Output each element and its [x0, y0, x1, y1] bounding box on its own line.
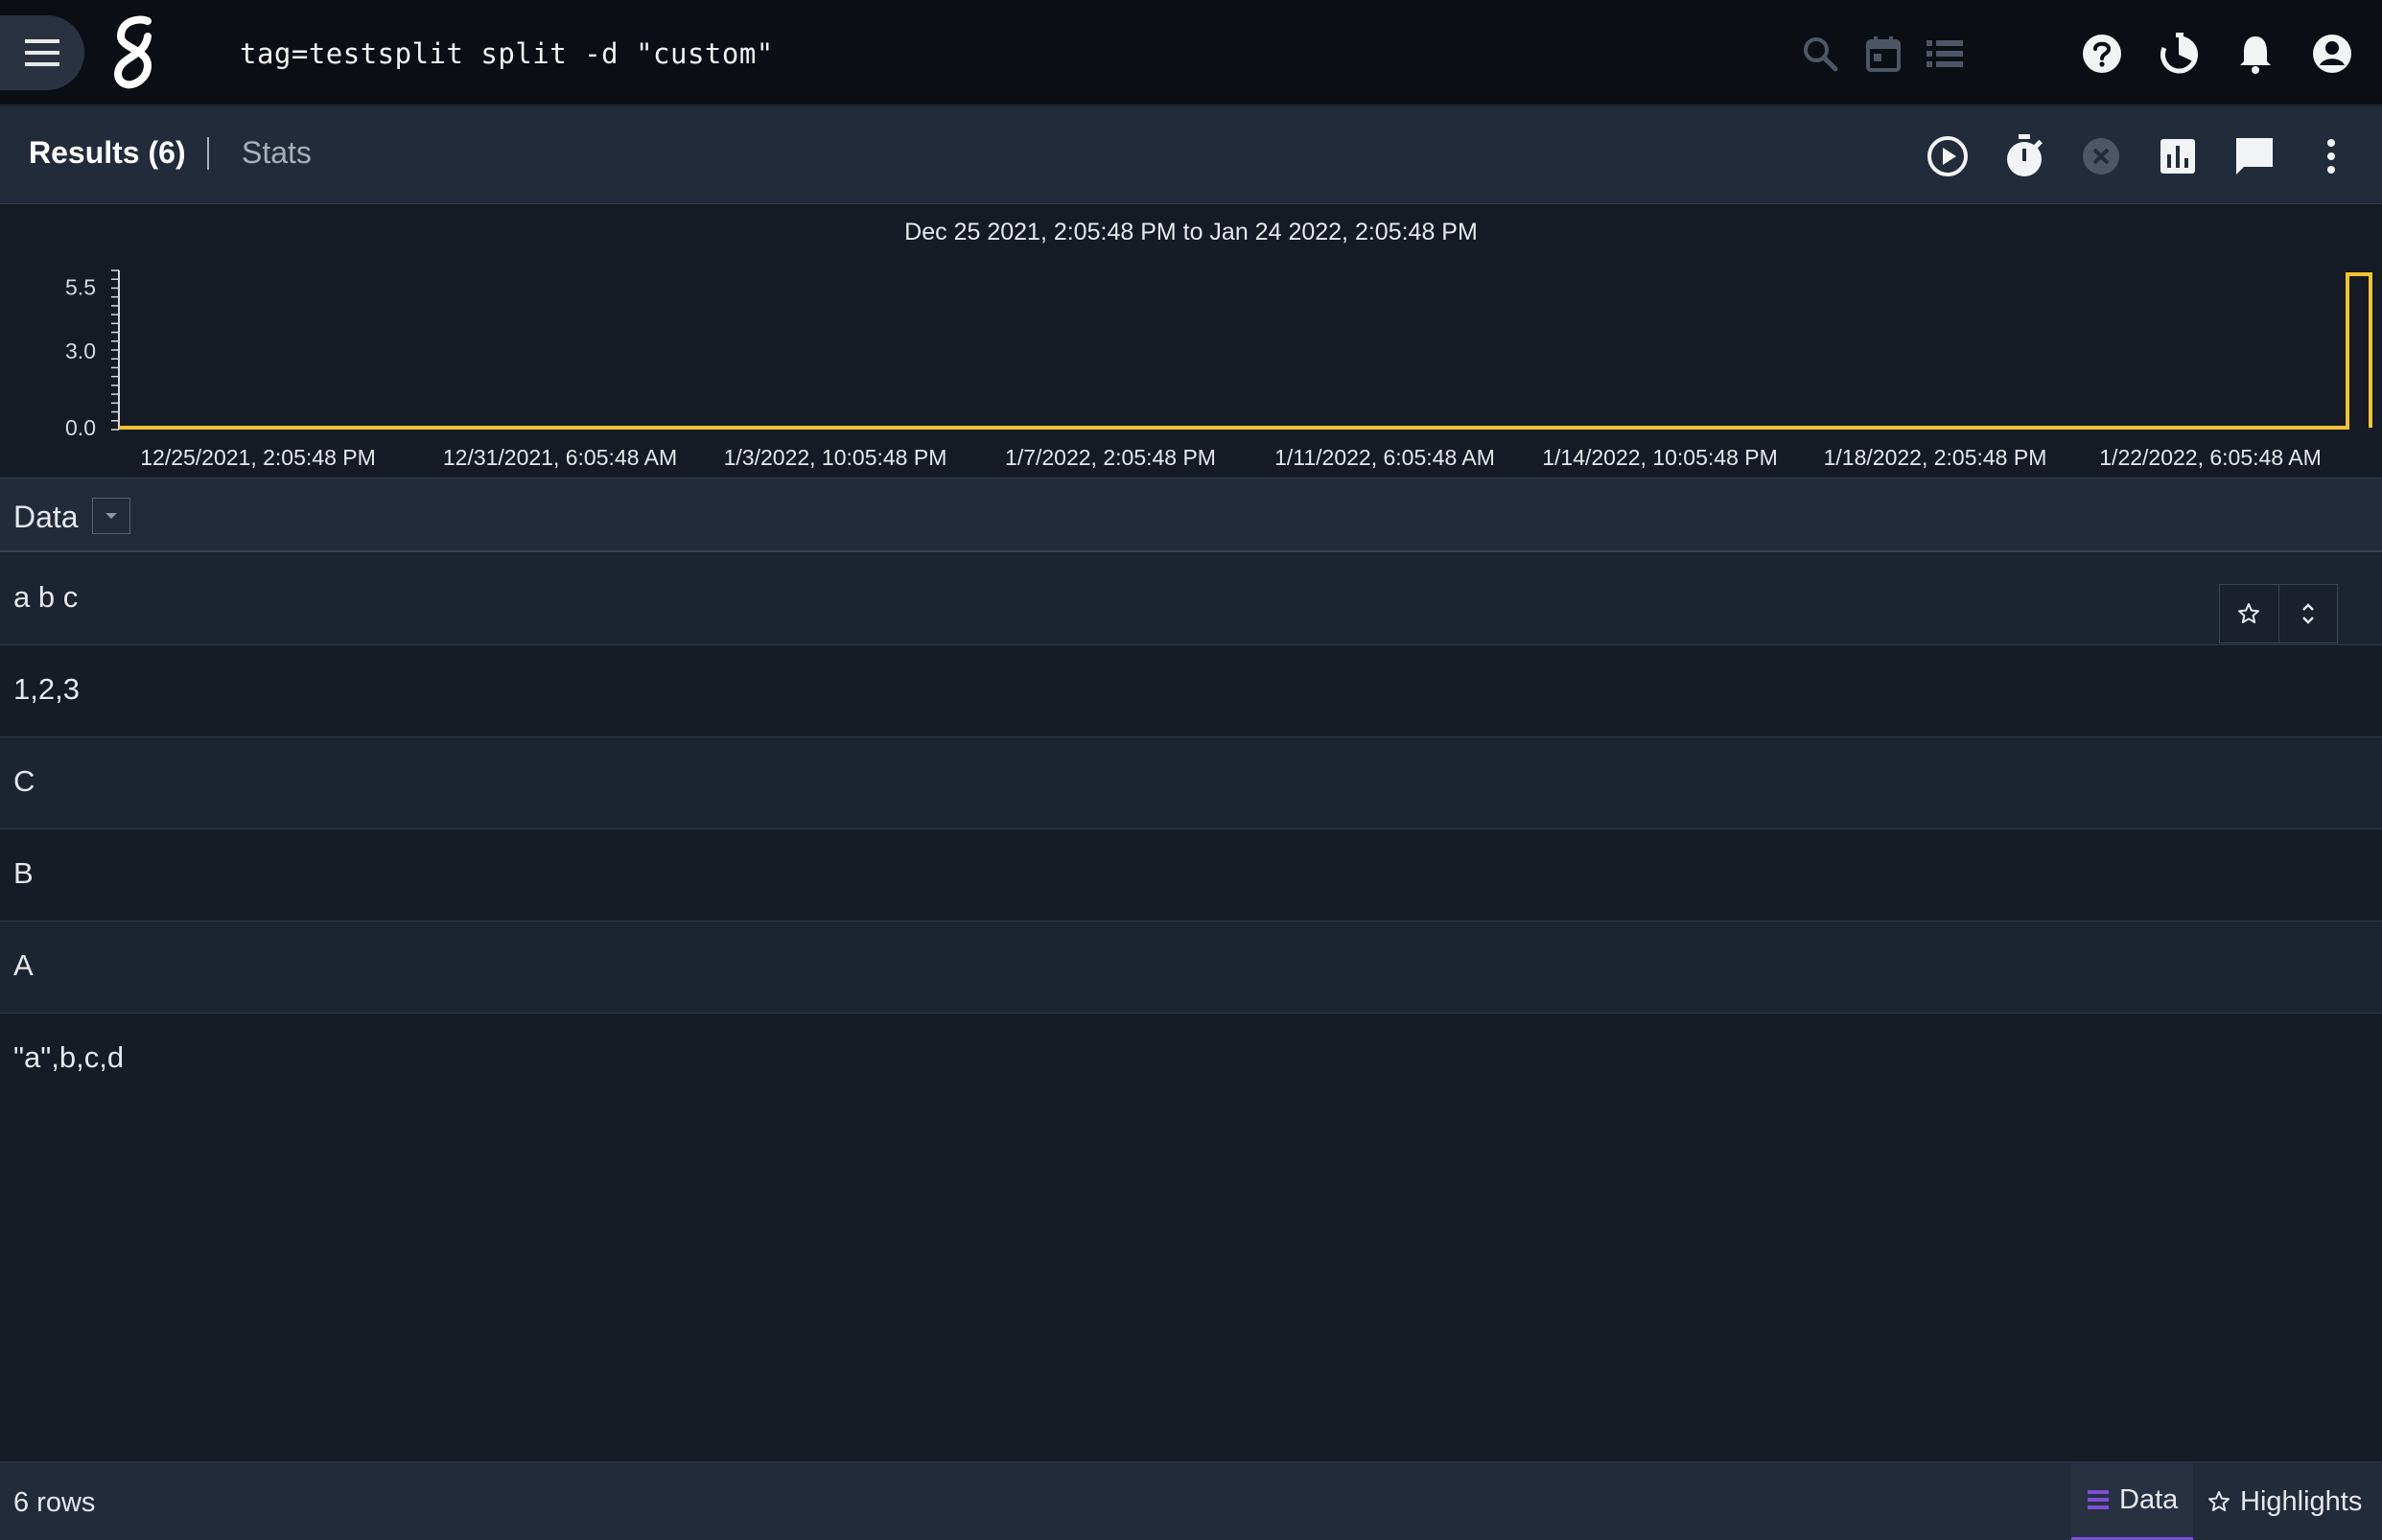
table-cell: C [13, 764, 35, 798]
table-cell: a b c [13, 580, 79, 614]
history-icon [2160, 33, 2198, 74]
timer-button[interactable] [1997, 129, 2051, 183]
x-tick-label: 1/14/2022, 10:05:48 PM [1542, 445, 1778, 470]
calendar-icon [1866, 36, 1901, 72]
play-icon [1927, 136, 1968, 176]
table-row[interactable]: B [0, 829, 2382, 922]
table-header: Data [0, 478, 2382, 552]
notifications-button[interactable] [2229, 27, 2282, 81]
y-tick-label: 3.0 [65, 338, 96, 363]
cancel-button[interactable] [2074, 129, 2128, 183]
tab-stats[interactable]: Stats [242, 135, 312, 171]
x-tick-label: 1/22/2022, 6:05:48 AM [2099, 445, 2321, 470]
comment-icon [2236, 138, 2273, 175]
tab-divider [207, 137, 209, 170]
cancel-icon [2083, 138, 2119, 175]
x-tick-label: 1/7/2022, 2:05:48 PM [1005, 445, 1216, 470]
x-tick-label: 1/11/2022, 6:05:48 AM [1274, 445, 1495, 470]
tab-highlights-label: Highlights [2240, 1485, 2363, 1517]
x-tick-label: 1/3/2022, 10:05:48 PM [724, 445, 947, 470]
query-input[interactable] [240, 29, 1678, 79]
list-icon [2088, 1490, 2109, 1509]
results-toolbar: Results (6) Stats [0, 106, 2382, 204]
series-line[interactable] [119, 272, 2372, 430]
account-icon [2313, 35, 2351, 73]
table-row[interactable]: "a",b,c,d [0, 1014, 2382, 1106]
table-row[interactable]: a b c [0, 553, 2382, 645]
table-row[interactable]: A [0, 922, 2382, 1014]
tab-data-label: Data [2119, 1483, 2179, 1515]
x-tick-label: 12/31/2021, 6:05:48 AM [443, 445, 677, 470]
tab-data-view[interactable]: Data [2071, 1462, 2194, 1540]
row-count: 6 rows [13, 1487, 96, 1518]
star-outline-icon [2238, 603, 2260, 623]
chart-plot[interactable]: 5.5 3.0 0.0 12/25/2021, 2:05:48 PM 12/31/202… [0, 205, 2382, 478]
table-cell: A [13, 948, 34, 982]
expand-row-button[interactable] [2277, 585, 2337, 642]
bar-mark[interactable] [2347, 274, 2370, 428]
footer-bar: 6 rows Data Highlights [0, 1461, 2382, 1540]
caret-down-icon [105, 513, 117, 519]
calendar-button[interactable] [1857, 27, 1910, 81]
menu-button[interactable] [0, 15, 84, 90]
comment-button[interactable] [2228, 129, 2281, 183]
highlight-row-button[interactable] [2220, 585, 2278, 642]
list-button[interactable] [1918, 27, 1972, 81]
history-button[interactable] [2152, 27, 2206, 81]
notifications-icon [2240, 36, 2271, 74]
x-tick-label: 12/25/2021, 2:05:48 PM [140, 445, 376, 470]
unfold-icon [2302, 603, 2314, 624]
run-button[interactable] [1921, 129, 1974, 183]
y-tick-label: 0.0 [65, 415, 96, 440]
more-options-button[interactable] [2304, 129, 2358, 183]
chart-button[interactable] [2151, 129, 2205, 183]
tab-highlights-view[interactable]: Highlights [2192, 1462, 2377, 1540]
help-icon [2083, 35, 2121, 73]
x-tick-label: 1/18/2022, 2:05:48 PM [1824, 445, 2047, 470]
table-cell: 1,2,3 [13, 672, 80, 706]
table-row[interactable]: 1,2,3 [0, 645, 2382, 737]
search-button[interactable] [1793, 27, 1847, 81]
logo[interactable] [109, 15, 159, 92]
search-icon [1804, 37, 1838, 72]
chart-icon [2160, 139, 2195, 174]
y-tick-label: 5.5 [65, 274, 96, 299]
menu-icon [25, 39, 59, 66]
star-outline-icon [2208, 1491, 2230, 1511]
tab-results[interactable]: Results (6) [29, 135, 186, 171]
table-cell: B [13, 856, 34, 890]
timeline-chart[interactable]: Dec 25 2021, 2:05:48 PM to Jan 24 2022, … [0, 205, 2382, 478]
list-icon [1927, 40, 1963, 67]
column-header-data[interactable]: Data [13, 500, 79, 535]
table-row[interactable]: C [0, 737, 2382, 829]
help-button[interactable] [2075, 27, 2129, 81]
top-bar [0, 0, 2382, 105]
table-cell: "a",b,c,d [13, 1040, 125, 1074]
more-vert-icon [2327, 139, 2335, 174]
row-actions [2219, 584, 2338, 643]
timer-icon [2007, 134, 2043, 176]
column-menu-button[interactable] [92, 498, 130, 534]
account-button[interactable] [2305, 27, 2359, 81]
